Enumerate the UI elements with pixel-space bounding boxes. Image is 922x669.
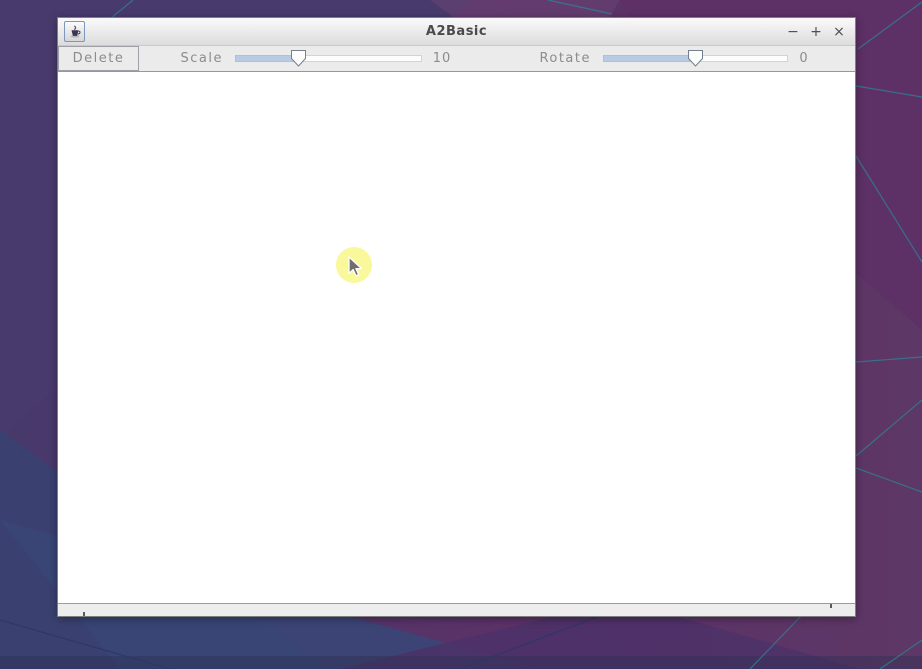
arrow-pointer-icon [348, 256, 363, 277]
close-button[interactable]: × [833, 18, 845, 46]
scale-slider[interactable] [235, 46, 422, 71]
rotate-slider-thumb[interactable] [688, 50, 703, 67]
rotate-slider[interactable] [603, 46, 788, 71]
titlebar[interactable]: A2Basic − + × [58, 18, 855, 46]
window-title: A2Basic [425, 24, 488, 39]
rotate-slider-fill [603, 55, 696, 62]
delete-button[interactable]: Delete [58, 46, 139, 71]
app-window: A2Basic − + × Delete Scale 10 Rotate 0 [57, 17, 856, 617]
bottom-bar[interactable] [58, 603, 855, 616]
rotate-value: 0 [799, 51, 809, 66]
maximize-button[interactable]: + [810, 18, 822, 46]
scale-label: Scale [180, 51, 223, 66]
drawing-canvas[interactable] [58, 72, 855, 603]
minimize-button[interactable]: − [787, 18, 799, 46]
rotate-label: Rotate [539, 51, 591, 66]
scale-slider-thumb[interactable] [291, 50, 307, 67]
window-controls: − + × [787, 18, 845, 46]
scale-slider-fill [235, 55, 299, 62]
desktop: A2Basic − + × Delete Scale 10 Rotate 0 [0, 0, 922, 669]
resize-grip-left[interactable] [83, 612, 85, 616]
scale-value: 10 [432, 51, 452, 66]
resize-grip-right[interactable] [830, 604, 832, 608]
toolbar: Delete Scale 10 Rotate 0 [58, 46, 855, 72]
